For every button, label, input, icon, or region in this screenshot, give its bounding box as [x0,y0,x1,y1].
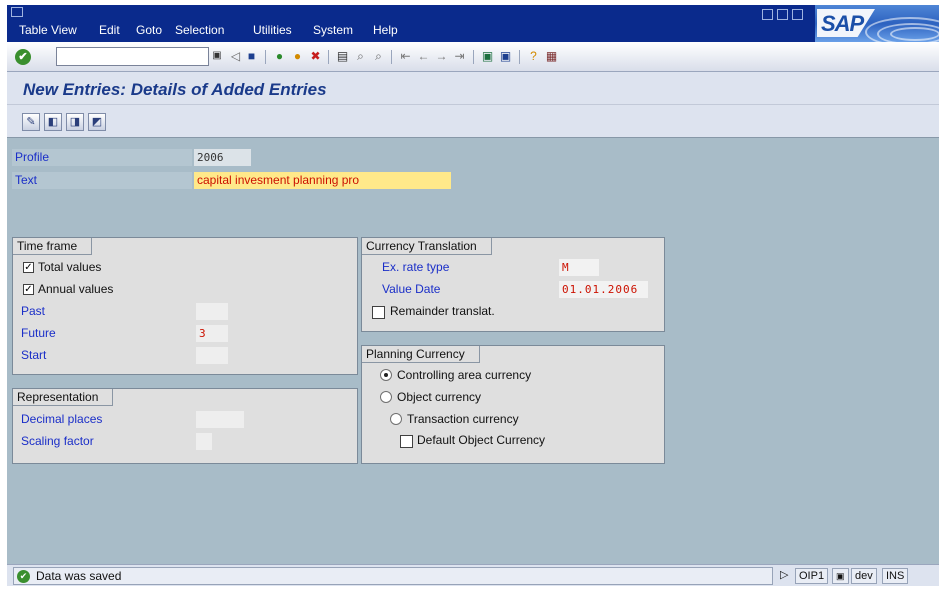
server-info-icon[interactable]: ▣ [832,568,849,584]
value-date-label: Value Date [382,282,441,296]
future-field[interactable]: 3 [196,325,228,342]
status-mode[interactable]: INS [882,568,909,584]
save-icon[interactable]: ■ [243,48,260,65]
menu-bar: Table View Edit Goto Selection Utilities… [7,5,939,42]
previous-entry-icon[interactable]: ◧ [44,113,62,131]
past-field[interactable] [196,303,228,320]
next-entry-icon[interactable]: ◨ [66,113,84,131]
future-label: Future [21,326,56,340]
total-values-label: Total values [38,260,102,274]
menu-goto[interactable]: Goto [136,23,162,37]
standard-toolbar: ✔ ▣ ◁ ■ ● ● ✖ ▤ ⌕ ⌕ ⇤ ← → ⇥ ▣ ▣ ? ▦ [7,42,939,72]
representation-group: Representation Decimal places Scaling fa… [12,388,358,464]
past-label: Past [21,304,46,318]
representation-title: Representation [13,389,114,406]
remainder-translation-label: Remainder translat. [390,304,495,318]
cancel-icon[interactable]: ✖ [307,48,324,65]
scaling-factor-field[interactable] [196,433,212,450]
scaling-factor-label: Scaling factor [21,434,94,448]
text-field[interactable]: capital invesment planning pro [194,172,451,189]
system-menu-icon[interactable] [11,7,23,17]
find-next-icon[interactable]: ⌕ [370,48,387,65]
decimal-places-field[interactable] [196,411,244,428]
create-session-icon[interactable]: ▣ [479,48,496,65]
back-icon[interactable]: ◁ [227,48,244,65]
page-title: New Entries: Details of Added Entries [23,80,327,99]
last-page-icon[interactable]: ⇥ [451,48,468,65]
exit-icon[interactable]: ● [289,48,306,65]
time-frame-title: Time frame [13,238,93,255]
start-field[interactable] [196,347,228,364]
text-label: Text [12,172,192,189]
value-date-field[interactable]: 01.01.2006 [559,281,648,298]
shortcut-icon[interactable]: ▣ [497,48,514,65]
annual-values-label: Annual values [38,282,114,296]
application-toolbar: ✎ ◧ ◨ ◩ [7,105,939,137]
object-currency-label: Object currency [397,390,482,404]
copy-entry-icon[interactable]: ◩ [88,113,106,131]
controlling-area-currency-radio[interactable] [380,369,392,381]
currency-translation-title: Currency Translation [362,238,492,255]
transaction-currency-label: Transaction currency [407,412,519,426]
menu-edit[interactable]: Edit [99,23,120,37]
status-message-area[interactable]: ✔ Data was saved [13,567,773,585]
object-currency-radio[interactable] [380,391,392,403]
start-label: Start [21,348,47,362]
next-page-icon[interactable]: → [433,48,450,65]
status-system: OIP1 [795,568,829,584]
first-page-icon[interactable]: ⇤ [397,48,414,65]
display-change-icon[interactable]: ✎ [22,113,40,131]
ex-rate-type-label: Ex. rate type [382,260,450,274]
menu-table-view[interactable]: Table View [19,23,77,37]
controlling-area-currency-label: Controlling area currency [397,368,532,382]
default-object-currency-checkbox[interactable] [400,435,413,448]
transaction-currency-radio[interactable] [390,413,402,425]
menu-help[interactable]: Help [373,23,398,37]
default-object-currency-label: Default Object Currency [417,433,546,447]
menu-selection[interactable]: Selection [175,23,224,37]
status-expand-icon[interactable]: ▷ [777,568,791,584]
help-icon[interactable]: ? [525,48,542,65]
profile-field: 2006 [194,149,251,166]
back-nav-icon[interactable]: ● [271,48,288,65]
remainder-translation-checkbox[interactable] [372,306,385,319]
status-message: Data was saved [36,569,122,583]
status-bar: ✔ Data was saved ▷ OIP1 ▣ dev INS [7,564,939,586]
prev-page-icon[interactable]: ← [415,48,432,65]
command-field[interactable] [56,47,209,66]
print-icon[interactable]: ▤ [334,48,351,65]
time-frame-group: Time frame ✓ Total values ✓ Annual value… [12,237,358,375]
sap-logo: SAP [815,5,939,42]
work-area: Profile 2006 Text capital invesment plan… [7,137,939,564]
currency-translation-group: Currency Translation Ex. rate type M Val… [361,237,665,332]
title-bar: New Entries: Details of Added Entries [7,72,939,105]
menu-system[interactable]: System [313,23,353,37]
layout-icon[interactable]: ▦ [543,48,560,65]
annual-values-checkbox[interactable]: ✓ [23,284,34,295]
find-icon[interactable]: ⌕ [352,48,369,65]
decimal-places-label: Decimal places [21,412,103,426]
success-icon: ✔ [17,570,30,583]
planning-currency-title: Planning Currency [362,346,480,363]
enter-icon[interactable]: ✔ [15,49,31,65]
profile-label: Profile [12,149,192,166]
maximize-icon[interactable] [777,9,788,20]
minimize-icon[interactable] [762,9,773,20]
status-client: dev [851,568,877,584]
close-icon[interactable] [792,9,803,20]
planning-currency-group: Planning Currency Controlling area curre… [361,345,665,464]
ex-rate-type-field[interactable]: M [559,259,599,276]
menu-utilities[interactable]: Utilities [253,23,292,37]
command-history-icon[interactable]: ▣ [211,50,223,62]
total-values-checkbox[interactable]: ✓ [23,262,34,273]
